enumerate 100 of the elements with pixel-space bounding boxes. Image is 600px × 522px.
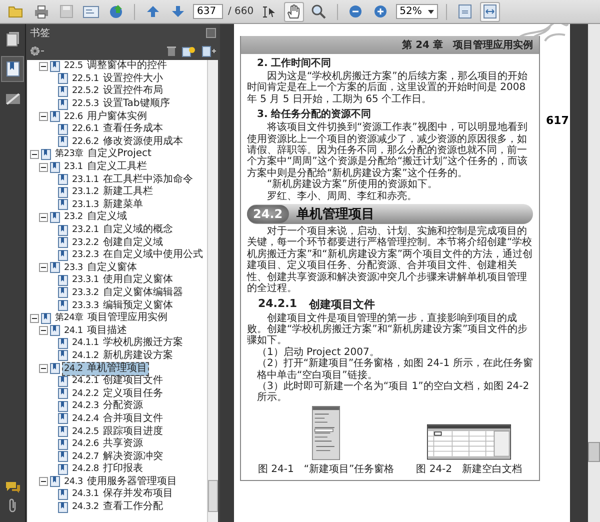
bookmark-icon: [58, 86, 68, 97]
bookmark-item[interactable]: 22.6.2 修改资源使用成本: [70, 134, 185, 149]
bookmark-item[interactable]: 22.6.1 查看任务成本: [70, 122, 165, 136]
zoom-field[interactable]: 52%: [396, 4, 438, 19]
bookmark-add-icon[interactable]: [202, 46, 216, 56]
scrollbar-thumb[interactable]: [588, 442, 600, 462]
bookmark-item[interactable]: 22.5.1 设置控件大小: [70, 72, 165, 86]
bookmark-item[interactable]: 第23章 自定义Project: [53, 147, 154, 162]
bookmark-item[interactable]: 23.2.1 自定义域的概念: [70, 223, 175, 238]
bookmarks-icon: [6, 61, 20, 77]
bookmark-icon: [58, 224, 68, 236]
collapse-icon[interactable]: [39, 112, 48, 122]
bookmark-icon: [58, 287, 68, 298]
bookmark-icon: [58, 502, 68, 513]
bookmark-item[interactable]: 23.3.1 使用自定义窗体: [70, 273, 175, 288]
text-cursor-icon: [260, 4, 277, 18]
bookmark-item[interactable]: 24.2.6 共享资源: [70, 437, 145, 452]
bookmark-icon: [58, 413, 68, 424]
bookmark-item[interactable]: 22.5.2 设置控件布局: [70, 84, 165, 98]
bookmark-icon: [50, 60, 60, 72]
scrollbar-thumb[interactable]: [208, 480, 218, 512]
bookmark-item[interactable]: 24.2 单机管理项目: [62, 362, 149, 376]
bookmark-item[interactable]: 24.2.5 跟踪项目进度: [70, 424, 165, 439]
bookmark-item[interactable]: 第24章 项目管理应用实例: [53, 311, 170, 326]
bookmark-item[interactable]: 24.2.3 分配资源: [70, 399, 145, 414]
bookmark-item[interactable]: 24.3.2 查看工作分配: [70, 500, 165, 514]
bookmark-item[interactable]: 24.2.4 合并项目文件: [70, 412, 165, 426]
bookmark-icon: [58, 300, 68, 312]
bookmark-item[interactable]: 24.3 使用服务器管理项目: [62, 474, 179, 489]
figure-caption: 图 24-1 “新建项目”任务窗格: [258, 462, 394, 476]
bookmark-icon: [58, 124, 68, 135]
bookmark-icon: [58, 274, 68, 286]
collapse-icon[interactable]: [39, 162, 48, 172]
bookmark-icon: [50, 111, 60, 122]
bookmark-item[interactable]: 24.2.8 打印报表: [70, 462, 145, 476]
bookmarks-panel-button[interactable]: [1, 56, 24, 82]
bookmark-item[interactable]: 24.3.1 保存并发布项目: [70, 487, 175, 502]
paragraph: “新机房建设方案”所使用的资源如下。: [266, 179, 438, 190]
hand-icon: [286, 4, 301, 19]
collapse-icon[interactable]: [39, 263, 48, 272]
collapse-icon[interactable]: [39, 62, 48, 71]
bookmark-item[interactable]: 23.3.3 编辑预定义窗体: [70, 298, 175, 313]
bookmark-item[interactable]: 23.1 自定义工具栏: [62, 160, 149, 174]
bookmark-item[interactable]: 23.2 自定义域: [62, 210, 129, 224]
bookmark-icon: [58, 136, 68, 148]
bookmark-item[interactable]: 23.1.1 在工具栏中添加命令: [70, 172, 195, 187]
fit-width-button[interactable]: [480, 2, 500, 22]
paragraph: 罗红、李小、周周、李红和赤亮。: [266, 190, 418, 202]
paragraph: 将该项目文件切换到“资源工作表”视图中，可以明显地看到使用资源比上一个项目的资源减少了，减少资源的原因很多，如请假、辞职等。因为任务不同，那么分配的资源也就不同，前一个方案中“周周”这个资源是分配给“搬迁计划”这个任务的，而该方案中则是分配给“新机房建设方案”这个任务的。: [247, 122, 529, 179]
bookmark-item[interactable]: 22.6 用户窗体实例: [62, 110, 149, 124]
bookmark-icon: [58, 388, 68, 400]
collapse-icon[interactable]: [39, 477, 48, 486]
bookmark-item[interactable]: 23.2.2 创建自定义域: [70, 236, 165, 250]
bookmark-icon: [50, 162, 60, 173]
bookmark-item[interactable]: 23.3 自定义窗体: [62, 260, 139, 275]
collapse-icon[interactable]: [30, 314, 39, 323]
dropdown-caret-icon[interactable]: [428, 10, 434, 14]
trash-icon[interactable]: [167, 46, 176, 56]
collapse-icon[interactable]: [30, 150, 39, 159]
bookmark-icon: [41, 148, 51, 160]
bookmark-icon: [50, 325, 60, 336]
bookmark-item[interactable]: 23.3.2 自定义窗体编辑器: [70, 286, 185, 300]
task-pane-screenshot-drawing: [312, 406, 340, 460]
hand-tool[interactable]: [284, 2, 304, 22]
paperclip-icon[interactable]: [6, 498, 18, 514]
bookmark-icon: [58, 98, 68, 110]
heading-title: 创建项目文件: [308, 296, 375, 312]
bookmark-icon: [58, 338, 68, 349]
collapse-icon[interactable]: [39, 212, 48, 222]
figure-caption: 图 24-2 新建空白文档: [416, 462, 522, 476]
bookmark-icon: [58, 376, 68, 387]
bookmark-item[interactable]: 24.2.7 解决资源冲突: [70, 450, 165, 464]
paragraph: 创建项目文件是项目管理的第一步，直接影响到项目的成败。创建“学校机房搬迁方案”和“新机房建设方案”项目文件的步骤如下。: [247, 312, 529, 346]
bookmark-item[interactable]: 23.1.2 新建工具栏: [70, 185, 155, 200]
comment-icon[interactable]: [4, 481, 20, 494]
collapse-icon[interactable]: [39, 364, 48, 374]
panel-title: 书签: [30, 26, 50, 40]
bookmark-item[interactable]: 24.1 项目描述: [62, 324, 129, 338]
bookmark-icon: [58, 350, 68, 362]
bookmark-item[interactable]: 24.1.1 学校机房搬迁方案: [70, 336, 185, 350]
bookmark-item[interactable]: 24.1.2 新机房建设方案: [70, 348, 175, 363]
bookmark-item[interactable]: 22.5 调整窗体中的控件: [62, 60, 169, 74]
bookmark-item[interactable]: 22.5.3 设置Tab键顺序: [70, 97, 172, 112]
bookmark-icon: [58, 174, 68, 186]
bookmark-icon: [50, 212, 60, 223]
collapse-icon[interactable]: [39, 326, 48, 336]
bookmark-item[interactable]: 23.2.3 在自定义域中使用公式: [70, 248, 205, 262]
bookmark-icon: [58, 250, 68, 261]
new-bookmark-icon[interactable]: [182, 46, 196, 56]
fit-page-icon: [458, 4, 472, 19]
bookmark-icon: [58, 199, 68, 210]
bookmark-item[interactable]: 24.2.1 创建项目文件: [70, 374, 165, 388]
bookmark-item[interactable]: 23.1.3 新建菜单: [70, 198, 145, 212]
page-number-field[interactable]: 637: [193, 4, 223, 19]
bookmark-icon: [58, 400, 68, 412]
step-text: （2）打开“新建项目”任务窗格，如图 24-1 所示，在此任务窗格中单击“空白项目”链接。: [256, 358, 533, 381]
options-gear-icon[interactable]: [30, 46, 46, 56]
bookmark-item[interactable]: 24.2.2 定义项目任务: [70, 386, 165, 401]
fit-width-icon: [482, 4, 497, 19]
step-text: （3）此时即可新建一个名为“项目 1”的空白文档，如图 24-2 所示。: [256, 380, 530, 404]
